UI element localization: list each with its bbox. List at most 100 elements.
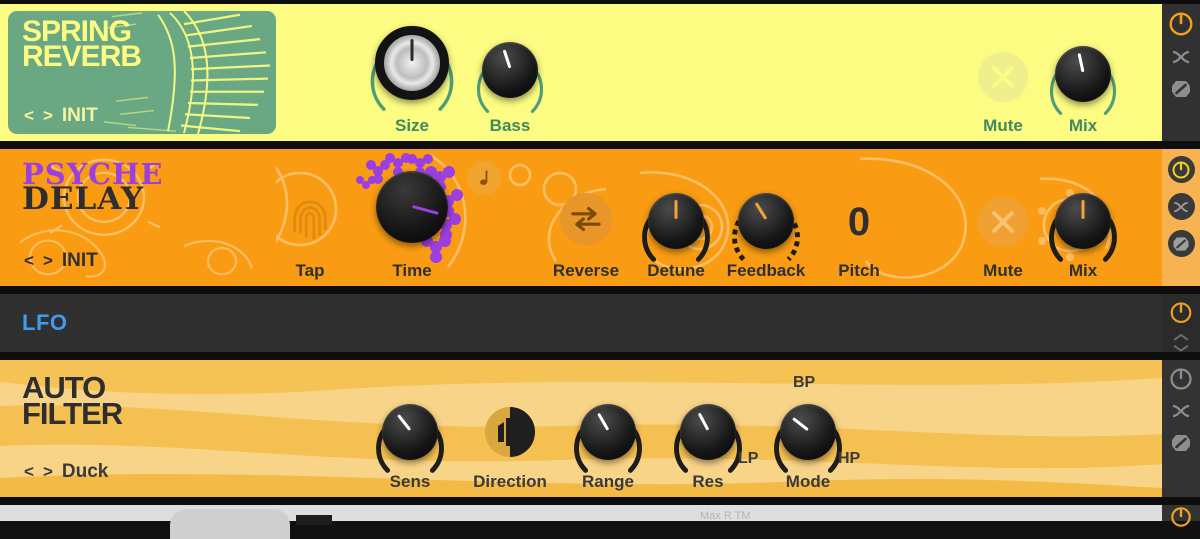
mute-button[interactable] <box>978 197 1028 247</box>
preset-next-button[interactable]: > <box>43 462 53 482</box>
preset-prev-button[interactable]: < <box>24 462 34 482</box>
range-pointer <box>597 412 610 431</box>
reverse-button[interactable] <box>560 193 612 245</box>
range-knob[interactable] <box>580 404 636 460</box>
sens-pointer <box>397 413 412 431</box>
control-sync <box>467 161 501 195</box>
control-bass: Bass <box>476 42 544 136</box>
crossfade-icon <box>1174 201 1188 212</box>
next-device-block-ghost <box>296 515 332 525</box>
reverse-label: Reverse <box>552 261 620 280</box>
device-rail <box>1162 4 1200 141</box>
device-title: LFO <box>22 310 68 335</box>
control-size: Size <box>370 26 454 136</box>
next-device-rail <box>1162 505 1200 527</box>
mute-label: Mute <box>983 261 1023 280</box>
preset-next-button[interactable]: > <box>43 251 53 271</box>
range-label: Range <box>582 472 634 491</box>
bypass-icon[interactable] <box>1169 431 1193 455</box>
mode-knob[interactable] <box>780 404 836 460</box>
time-knob[interactable] <box>376 171 448 243</box>
mode-label: Mode <box>785 472 831 491</box>
pitch-value[interactable]: 0 <box>828 193 890 251</box>
bypass-icon[interactable] <box>1169 77 1193 101</box>
control-mute: Mute <box>978 52 1028 136</box>
crossfade-button[interactable] <box>1167 193 1195 220</box>
res-knob[interactable] <box>680 404 736 460</box>
mix-pointer <box>1081 199 1085 219</box>
preset-name[interactable]: Duck <box>62 461 108 483</box>
control-range: Range <box>574 404 642 492</box>
control-mix: Mix <box>1049 46 1117 136</box>
control-detune: Detune <box>642 193 710 281</box>
direction-split-icon[interactable] <box>484 406 536 458</box>
preset-nav: < > Duck <box>24 461 108 483</box>
device-header-card: PSYCHE DELAY < > INIT <box>8 156 276 279</box>
preset-prev-button[interactable]: < <box>24 251 34 271</box>
device-title: PSYCHE DELAY <box>22 159 164 218</box>
device-body: LFO <box>0 294 1162 352</box>
device-rack: SPRING REVERB < > INIT Size Bass Mute Mi… <box>0 0 1200 539</box>
power-icon[interactable] <box>1170 506 1192 528</box>
bypass-button[interactable] <box>1167 230 1195 257</box>
detune-knob[interactable] <box>648 193 704 249</box>
mix-label: Mix <box>1068 116 1098 135</box>
next-device-knob-ghost <box>170 509 290 539</box>
device-title-line-2: FILTER <box>22 396 123 432</box>
sync-button[interactable] <box>467 161 501 195</box>
sens-knob[interactable] <box>382 404 438 460</box>
device-auto-filter: AUTO FILTER < > Duck Sens Direction Rang… <box>0 356 1200 501</box>
next-device-text-ghost: Max R TM <box>700 510 751 522</box>
x-icon <box>992 211 1014 233</box>
power-icon[interactable] <box>1169 367 1193 391</box>
x-icon <box>992 66 1014 88</box>
size-knob[interactable] <box>375 26 449 100</box>
mute-label: Mute <box>983 116 1023 135</box>
device-title: SPRING REVERB <box>22 16 142 74</box>
control-mix: Mix <box>1049 193 1117 281</box>
mix-knob[interactable] <box>1055 193 1111 249</box>
next-device-strip: Max R TM <box>0 501 1200 539</box>
control-reverse: Reverse <box>553 193 619 281</box>
control-direction: Direction <box>473 406 547 492</box>
preset-nav: < > INIT <box>24 250 98 272</box>
device-title: AUTO FILTER <box>22 372 123 432</box>
device-body: PSYCHE DELAY < > INIT Tap Time Reverse D… <box>0 149 1162 286</box>
fingerprint-icon[interactable] <box>287 195 333 247</box>
control-pitch: 0 Pitch <box>828 193 890 281</box>
mix-knob[interactable] <box>1055 46 1111 102</box>
feedback-label: Feedback <box>726 261 806 280</box>
reverse-arrows-icon <box>571 206 601 232</box>
size-label: Size <box>394 116 430 135</box>
device-lfo: LFO <box>0 290 1200 356</box>
mode-pointer <box>792 416 809 431</box>
feedback-knob[interactable] <box>738 193 794 249</box>
preset-name[interactable]: INIT <box>62 105 98 127</box>
device-body: AUTO FILTER < > Duck Sens Direction Rang… <box>0 360 1162 497</box>
control-tap: Tap <box>286 195 334 281</box>
mute-button[interactable] <box>978 52 1028 102</box>
mix-label: Mix <box>1068 261 1098 280</box>
preset-prev-button[interactable]: < <box>24 106 34 126</box>
bypass-icon <box>1173 236 1189 251</box>
preset-name[interactable]: INIT <box>62 250 98 272</box>
device-psyche-delay: PSYCHE DELAY < > INIT Tap Time Reverse D… <box>0 145 1200 290</box>
crossfade-icon[interactable] <box>1169 401 1193 421</box>
device-title-line-2: DELAY <box>22 181 144 218</box>
expand-icon[interactable] <box>1170 334 1192 352</box>
detune-label: Detune <box>647 261 705 280</box>
device-spring-reverb: SPRING REVERB < > INIT Size Bass Mute Mi… <box>0 0 1200 145</box>
power-button[interactable] <box>1167 156 1195 183</box>
mode-tick-hp: HP <box>838 450 861 467</box>
bass-knob[interactable] <box>482 42 538 98</box>
power-icon[interactable] <box>1169 301 1193 324</box>
control-feedback: Feedback <box>727 193 805 281</box>
time-pointer <box>411 204 439 215</box>
bass-pointer <box>502 49 512 69</box>
direction-label: Direction <box>473 472 547 491</box>
crossfade-icon[interactable] <box>1169 47 1193 67</box>
preset-next-button[interactable]: > <box>43 106 53 126</box>
power-icon[interactable] <box>1168 11 1194 37</box>
size-pointer <box>410 38 414 62</box>
device-title-line-2: REVERB <box>22 40 142 74</box>
